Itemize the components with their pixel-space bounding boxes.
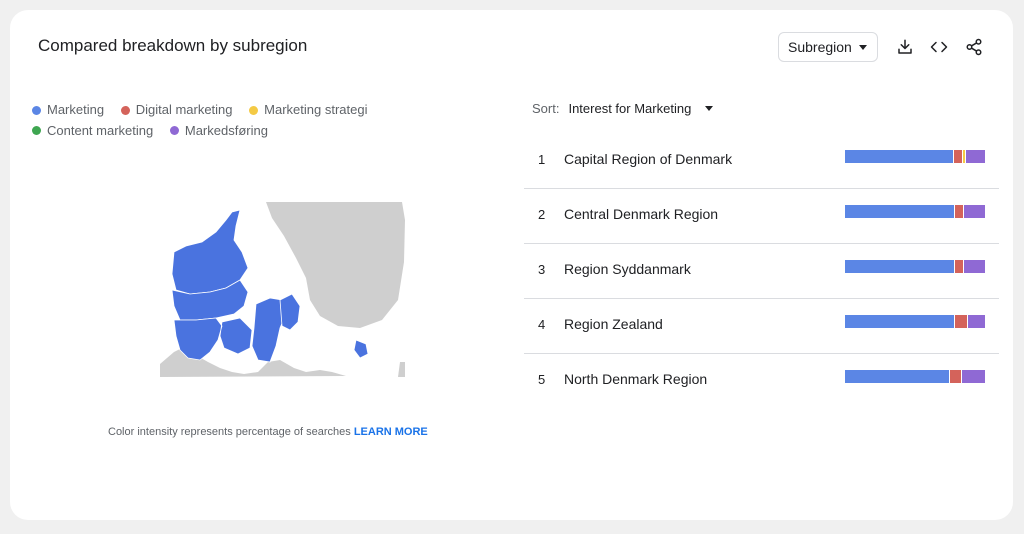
rank-number: 3 [538, 262, 546, 277]
interest-share-bar [845, 370, 985, 383]
code-icon [930, 41, 948, 53]
markedsforing-share-segment [960, 370, 985, 383]
legend-label: Content marketing [47, 122, 154, 138]
map-land-coast [398, 362, 405, 377]
list-item[interactable]: 4 Region Zealand [524, 299, 999, 354]
sort-dropdown[interactable]: Interest for Marketing [568, 101, 714, 116]
list-item[interactable]: 3 Region Syddanmark [524, 244, 999, 299]
share-button[interactable] [963, 36, 985, 58]
download-button[interactable] [894, 36, 916, 58]
list-item[interactable]: 2 Central Denmark Region [524, 189, 999, 244]
embed-button[interactable] [928, 36, 950, 58]
card-title: Compared breakdown by subregion [38, 36, 308, 55]
legend-item[interactable]: Content marketing [32, 121, 153, 141]
region-name: Region Syddanmark [564, 261, 691, 277]
legend-label: Markedsføring [184, 122, 268, 138]
legend-item[interactable]: Marketing strategi [249, 100, 367, 120]
marketing-share-segment [845, 150, 954, 163]
rank-number: 4 [538, 317, 546, 332]
subregion-dropdown-value: Subregion [788, 39, 852, 55]
legend-label: Marketing [47, 102, 105, 117]
sort-label: Sort: [532, 101, 560, 116]
rank-number: 5 [538, 372, 546, 387]
marketing-share-segment [845, 315, 955, 328]
legend-dot-icon [120, 105, 130, 115]
markedsforing-share-segment [963, 205, 985, 218]
region-name: North Denmark Region [564, 371, 708, 387]
caret-down-icon [705, 106, 714, 111]
digital-marketing-share-segment [953, 150, 963, 163]
interest-share-bar [845, 260, 985, 273]
markedsforing-share-segment [967, 315, 986, 328]
region-ranking-list: 1 Capital Region of Denmark 2 Central De… [524, 134, 999, 408]
legend-label: Digital marketing [135, 102, 233, 117]
markedsforing-share-segment [964, 150, 985, 163]
sort-control: Sort: Interest for Marketing [532, 101, 714, 116]
legend-dot-icon [169, 126, 179, 135]
marketing-share-segment [845, 260, 955, 273]
digital-marketing-share-segment [954, 205, 964, 218]
download-icon [898, 39, 912, 54]
share-icon [966, 38, 982, 56]
region-name: Central Denmark Region [564, 206, 719, 222]
region-name: Region Zealand [564, 316, 663, 332]
legend-dot-icon [249, 105, 259, 115]
sort-dropdown-value: Interest for Marketing [568, 101, 692, 116]
marketing-share-segment [845, 205, 955, 218]
legend-item[interactable]: Marketing [32, 100, 104, 120]
map-region-north-denmark[interactable] [171, 209, 249, 295]
legend-dot-icon [32, 105, 41, 115]
caret-down-icon [859, 45, 867, 50]
breakdown-card: Compared breakdown by subregion Subregio… [10, 10, 1013, 520]
legend-label: Marketing strategi [264, 102, 368, 117]
legend-item[interactable]: Digital marketing [120, 100, 233, 120]
map-caption: Color intensity represents percentage of… [108, 426, 428, 438]
digital-marketing-share-segment [954, 260, 964, 273]
legend-dot-icon [32, 126, 41, 135]
learn-more-link[interactable]: LEARN MORE [354, 426, 428, 438]
map-caption-text: Color intensity represents percentage of… [108, 426, 351, 438]
marketing-share-segment [845, 370, 949, 383]
list-item[interactable]: 1 Capital Region of Denmark [524, 134, 999, 189]
digital-marketing-share-segment [954, 315, 968, 328]
digital-marketing-share-segment [948, 370, 961, 383]
markedsforing-share-segment [963, 260, 985, 273]
list-item[interactable]: 5 North Denmark Region [524, 354, 999, 408]
interest-share-bar [845, 150, 985, 163]
legend-item[interactable]: Markedsføring [169, 121, 268, 141]
region-name: Capital Region of Denmark [564, 151, 733, 167]
interest-share-bar [845, 205, 985, 218]
denmark-map[interactable] [160, 202, 405, 377]
rank-number: 2 [538, 207, 546, 222]
subregion-dropdown[interactable]: Subregion [778, 32, 878, 62]
legend: Marketing Digital marketing Marketing st… [32, 100, 392, 141]
interest-share-bar [845, 315, 986, 328]
rank-number: 1 [538, 152, 546, 167]
map-region-syddanmark[interactable] [173, 317, 253, 361]
